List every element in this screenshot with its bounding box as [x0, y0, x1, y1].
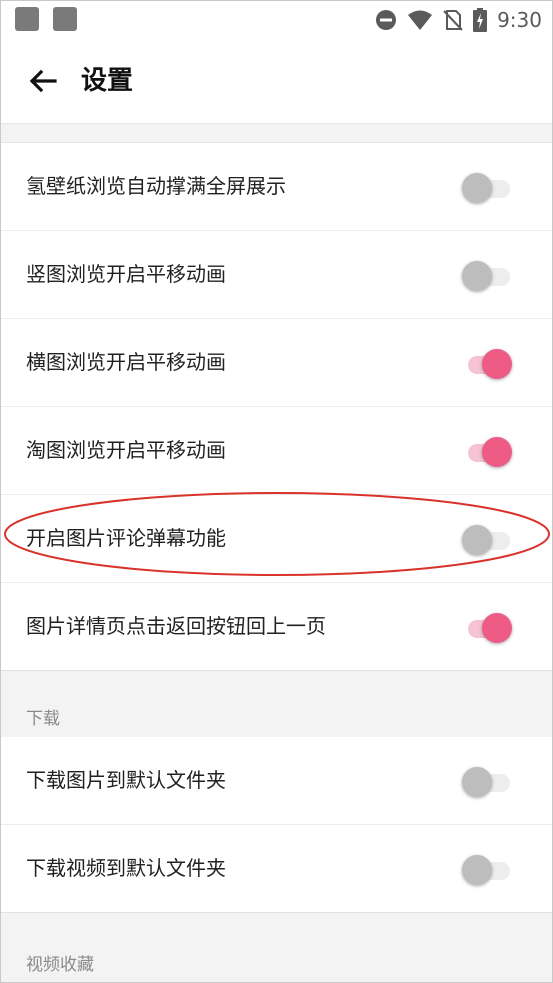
- status-icons: 9:30: [375, 7, 542, 33]
- battery-charging-icon: [473, 8, 488, 32]
- notification-icon: [53, 7, 77, 31]
- toggle-thumb: [462, 767, 492, 797]
- setting-label: 下载视频到默认文件夹: [26, 856, 226, 880]
- section-title: 下载: [26, 709, 60, 729]
- status-bar: 9:30: [1, 1, 552, 39]
- setting-row[interactable]: 竖图浏览开启平移动画: [1, 231, 552, 319]
- setting-row[interactable]: 下载图片到默认文件夹: [1, 737, 552, 825]
- setting-toggle[interactable]: [462, 173, 512, 203]
- setting-row[interactable]: 淘图浏览开启平移动画: [1, 407, 552, 495]
- toggle-thumb: [462, 855, 492, 885]
- setting-label: 氢壁纸浏览自动撑满全屏展示: [26, 174, 286, 198]
- setting-row[interactable]: 图片详情页点击返回按钮回上一页: [1, 583, 552, 670]
- toggle-thumb: [482, 349, 512, 379]
- setting-label: 图片详情页点击返回按钮回上一页: [26, 614, 326, 638]
- back-arrow-icon[interactable]: [27, 65, 59, 97]
- setting-row[interactable]: 下载视频到默认文件夹: [1, 825, 552, 912]
- section-gap: [1, 124, 552, 143]
- setting-toggle[interactable]: [462, 613, 512, 643]
- setting-label: 竖图浏览开启平移动画: [26, 262, 226, 286]
- section-header-download: 下载: [1, 670, 552, 737]
- section-header-video-favorites: 视频收藏: [1, 912, 552, 982]
- setting-toggle[interactable]: [462, 437, 512, 467]
- screen: 9:30 设置 氢壁纸浏览自动撑满全屏展示 竖图浏览开启平移动画 横图浏览开启平移动…: [0, 0, 553, 983]
- setting-toggle[interactable]: [462, 261, 512, 291]
- setting-label: 横图浏览开启平移动画: [26, 350, 226, 374]
- page-title: 设置: [81, 66, 134, 96]
- setting-row[interactable]: 氢壁纸浏览自动撑满全屏展示: [1, 143, 552, 231]
- no-sim-icon: [443, 10, 463, 31]
- annotation-ellipse: [4, 492, 550, 576]
- setting-label: 下载图片到默认文件夹: [26, 768, 226, 792]
- toggle-thumb: [462, 173, 492, 203]
- toggle-thumb: [462, 261, 492, 291]
- clock: 9:30: [497, 8, 542, 32]
- notification-icon: [15, 7, 39, 31]
- wifi-icon: [408, 10, 433, 30]
- setting-label: 淘图浏览开启平移动画: [26, 438, 226, 462]
- setting-toggle[interactable]: [462, 767, 512, 797]
- setting-row[interactable]: 横图浏览开启平移动画: [1, 319, 552, 407]
- toggle-thumb: [482, 437, 512, 467]
- setting-toggle[interactable]: [462, 855, 512, 885]
- toggle-thumb: [482, 613, 512, 643]
- setting-toggle[interactable]: [462, 349, 512, 379]
- app-bar: 设置: [1, 39, 552, 124]
- section-title: 视频收藏: [26, 955, 94, 975]
- do-not-disturb-icon: [376, 10, 397, 30]
